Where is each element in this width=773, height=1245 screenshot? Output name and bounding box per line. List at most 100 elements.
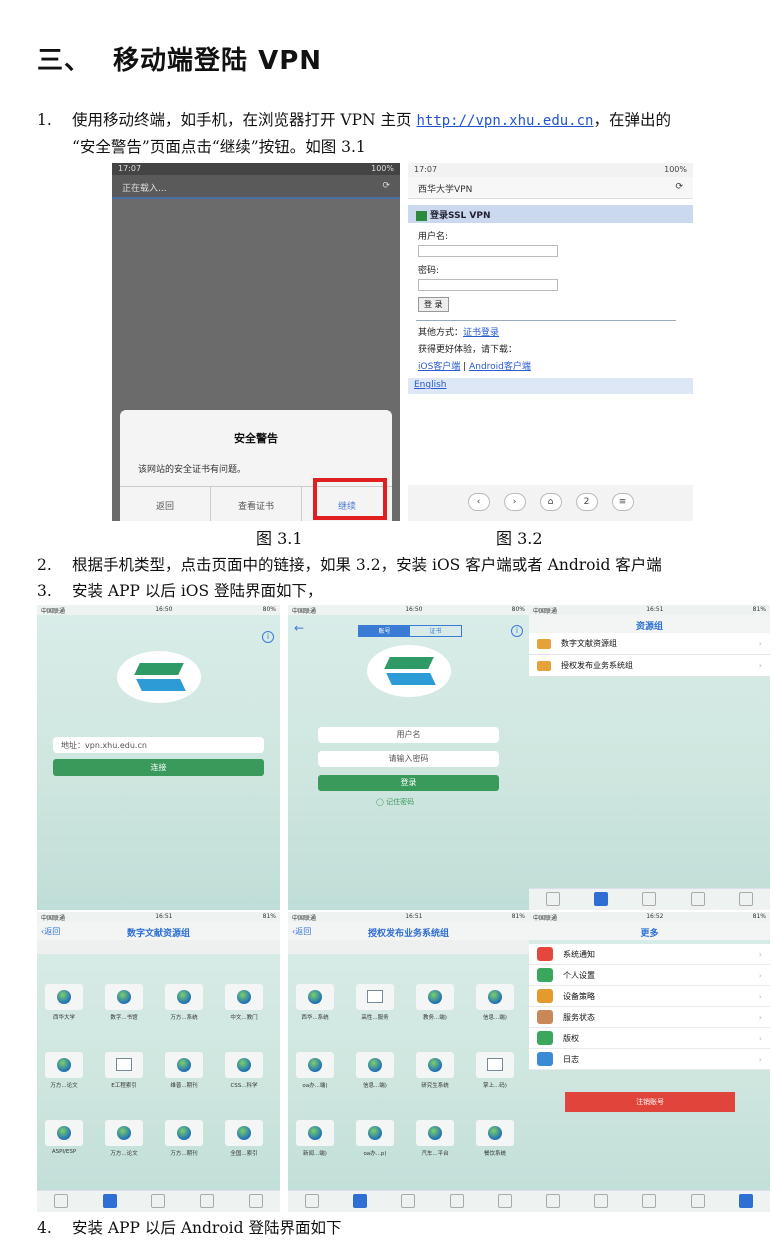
search-bar[interactable]	[288, 940, 529, 954]
login-button[interactable]: 登 录	[418, 297, 449, 312]
resource-group-item[interactable]: 数字文献资源组 ›	[529, 633, 770, 655]
app-tile[interactable]: CSS...科学	[225, 1052, 263, 1089]
apps-tab-icon[interactable]	[642, 1194, 657, 1208]
app-tile[interactable]: 万方...期刊	[165, 1120, 203, 1157]
resource-tab-icon[interactable]	[594, 1194, 609, 1208]
app-tile[interactable]: 研究生系统	[416, 1052, 454, 1089]
app-tile[interactable]: ASPI/ESP	[45, 1120, 83, 1155]
english-link[interactable]: English	[408, 378, 693, 394]
app-tile[interactable]: 全国...索引	[225, 1120, 263, 1157]
back-button[interactable]: ‹返回	[292, 926, 311, 937]
globe-icon	[308, 990, 322, 1004]
connect-button[interactable]: 连接	[53, 759, 264, 776]
app-tile[interactable]: 万方...论文	[45, 1052, 83, 1089]
resource-tab-icon[interactable]	[594, 892, 609, 906]
login-button[interactable]: 登录	[318, 775, 499, 791]
more-tab-icon[interactable]	[248, 1194, 263, 1208]
url-bar: 正在载入... ⟳	[112, 175, 400, 199]
app-tile[interactable]: 汽车...平台	[416, 1120, 454, 1157]
info-icon[interactable]: i	[262, 631, 274, 643]
app-tile[interactable]: E工程索引	[105, 1052, 143, 1089]
step-1-line-2: “安全警告”页面点击“继续”按钮。如图 3.1	[72, 138, 366, 156]
address-field[interactable]: 地址：vpn.xhu.edu.cn	[53, 737, 264, 753]
app-tile[interactable]: oa办...p)	[356, 1120, 394, 1157]
files-tab-icon[interactable]	[449, 1194, 464, 1208]
remember-password[interactable]: ◯ 记住密码	[376, 797, 414, 807]
app-tile[interactable]: oa办...端)	[296, 1052, 334, 1089]
app-tile[interactable]: 餐饮系统	[476, 1120, 514, 1157]
app-tile[interactable]: 西华大学	[45, 984, 83, 1021]
login-header: 登录SSL VPN	[408, 205, 693, 223]
apps-tab-icon[interactable]	[401, 1194, 416, 1208]
android-client-link[interactable]: Android客户端	[469, 362, 531, 372]
more-menu-item[interactable]: 系统通知 ›	[529, 944, 770, 965]
resource-group-label: 授权发布业务系统组	[561, 661, 633, 670]
back-arrow-icon[interactable]: ←	[294, 621, 304, 635]
app-tile[interactable]: 信息...端)	[356, 1052, 394, 1089]
app-tile[interactable]: 西华...系统	[296, 984, 334, 1021]
app-tile[interactable]: 高性...服务	[356, 984, 394, 1021]
nav-title-text: 数字文献资源组	[126, 929, 190, 939]
home-tab-icon[interactable]	[54, 1194, 69, 1208]
ios-client-link[interactable]: iOS客户端	[418, 362, 460, 372]
view-cert-button[interactable]: 查看证书	[211, 487, 302, 521]
tab-account[interactable]: 账号	[359, 626, 410, 636]
chevron-right-icon: ›	[758, 970, 762, 980]
files-tab-icon[interactable]	[690, 1194, 705, 1208]
app-tile[interactable]: 信息...端)	[476, 984, 514, 1021]
resource-tab-icon[interactable]	[102, 1194, 117, 1208]
app-tile[interactable]: 维普...期刊	[165, 1052, 203, 1089]
files-tab-icon[interactable]	[200, 1194, 215, 1208]
more-menu-item[interactable]: 日志 ›	[529, 1049, 770, 1070]
password-input[interactable]	[418, 279, 558, 291]
username-input[interactable]: 用户名	[318, 727, 499, 743]
more-tab-icon[interactable]	[497, 1194, 512, 1208]
app-label: 高性...服务	[361, 1015, 389, 1021]
tab-cert[interactable]: 证书	[410, 626, 461, 636]
copyright-icon	[537, 1031, 553, 1045]
cert-login-link[interactable]: 证书登录	[463, 328, 499, 338]
files-tab-icon[interactable]	[690, 892, 705, 906]
more-tab-icon[interactable]	[738, 892, 753, 906]
username-input[interactable]	[418, 245, 558, 257]
app-tile[interactable]: 中文...教门	[225, 984, 263, 1021]
app-tile[interactable]: 数字...书馆	[105, 984, 143, 1021]
menu-icon[interactable]: ≡	[611, 493, 634, 511]
app-logo-icon	[366, 645, 451, 697]
home-tab-icon[interactable]	[546, 892, 561, 906]
tabs-count[interactable]: 2	[575, 493, 598, 511]
home-icon[interactable]: ⌂	[539, 493, 562, 511]
resource-tab-icon[interactable]	[353, 1194, 368, 1208]
resource-group-item[interactable]: 授权发布业务系统组 ›	[529, 655, 770, 677]
status-battery: 81%	[262, 913, 276, 920]
home-tab-icon[interactable]	[305, 1194, 320, 1208]
app-tile[interactable]: 教务...端)	[416, 984, 454, 1021]
status-bar: 中国联通 16:51 81%	[37, 912, 280, 922]
back-icon[interactable]: ‹	[467, 493, 490, 511]
back-button[interactable]: 返回	[120, 487, 211, 521]
more-menu-item[interactable]: 服务状态 ›	[529, 1007, 770, 1028]
info-icon[interactable]: i	[511, 625, 523, 637]
apps-tab-icon[interactable]	[151, 1194, 166, 1208]
home-tab-icon[interactable]	[546, 1194, 561, 1208]
search-bar[interactable]	[37, 940, 280, 954]
vpn-url-link[interactable]: http://vpn.xhu.edu.cn	[416, 113, 593, 129]
app-label: 维普...期刊	[170, 1083, 198, 1089]
more-menu-item[interactable]: 版权 ›	[529, 1028, 770, 1049]
app-label: 教务...端)	[423, 1015, 447, 1021]
more-tab-icon[interactable]	[738, 1194, 753, 1208]
more-menu-item[interactable]: 设备策略 ›	[529, 986, 770, 1007]
app-tile[interactable]: 掌上...码)	[476, 1052, 514, 1089]
app-tile[interactable]: 万方...论文	[105, 1120, 143, 1157]
apps-tab-icon[interactable]	[642, 892, 657, 906]
back-button[interactable]: ‹返回	[41, 926, 60, 937]
forward-icon[interactable]: ›	[503, 493, 526, 511]
logout-button[interactable]: 注销账号	[565, 1092, 735, 1112]
password-input[interactable]: 请输入密码	[318, 751, 499, 767]
globe-icon	[237, 1058, 251, 1072]
carrier: 中国联通	[41, 915, 66, 922]
app-tile[interactable]: 万方...系统	[165, 984, 203, 1021]
dialog-title: 安全警告	[234, 432, 278, 445]
app-tile[interactable]: 新闻...端)	[296, 1120, 334, 1157]
more-menu-item[interactable]: 个人设置 ›	[529, 965, 770, 986]
